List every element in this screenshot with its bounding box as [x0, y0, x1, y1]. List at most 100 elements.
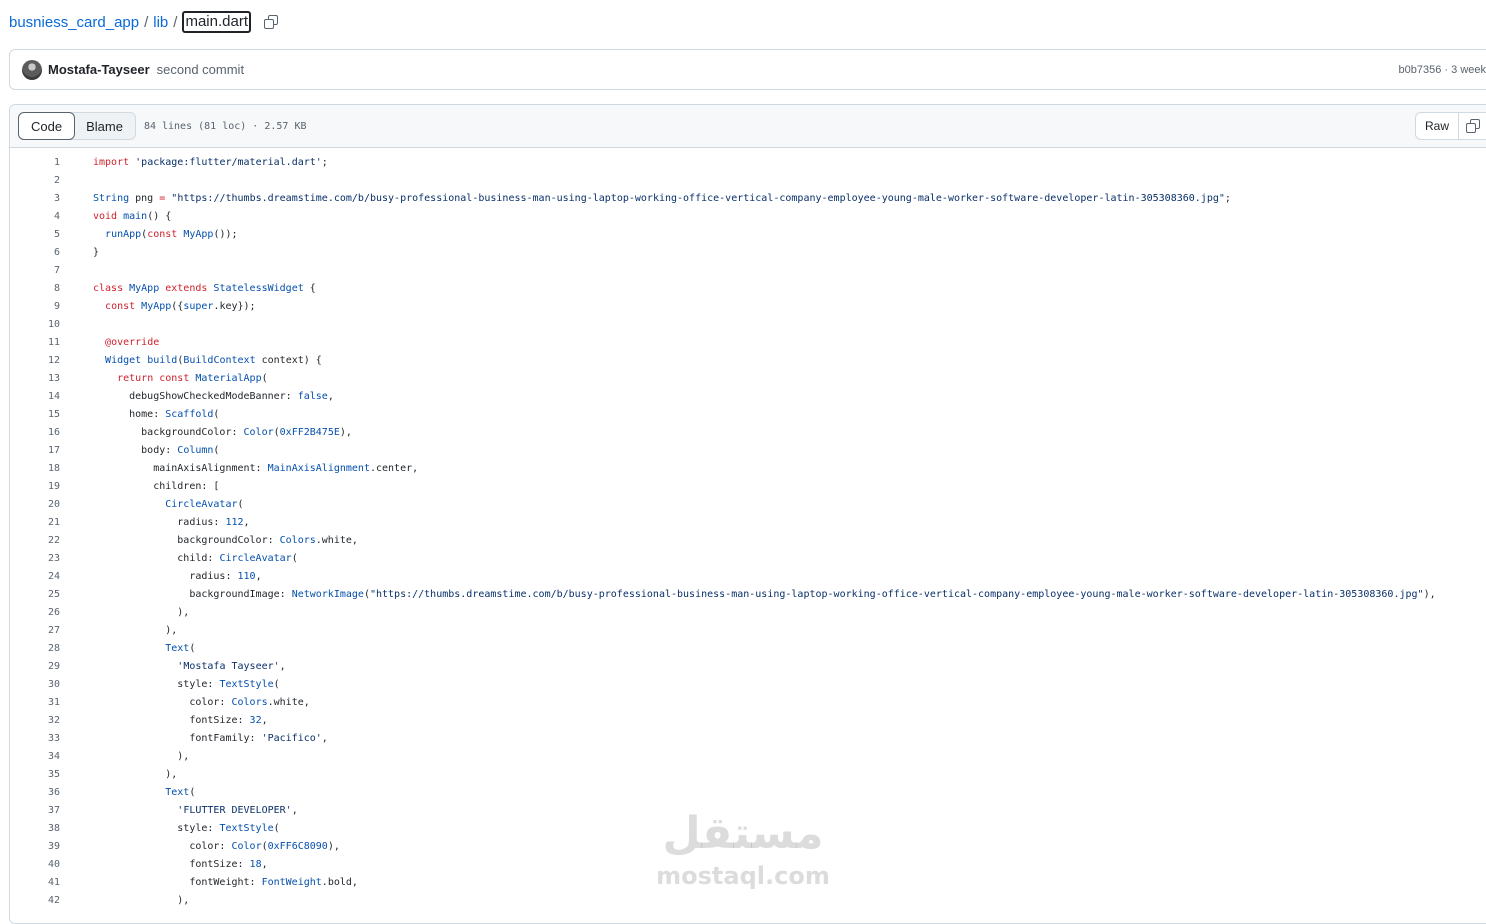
line-number[interactable]: 28 [10, 640, 60, 658]
code-token: fontFamily: [93, 733, 262, 744]
code-line: 26 ), [10, 604, 1486, 622]
line-number[interactable]: 3 [10, 190, 60, 208]
line-content: return const MaterialApp( [60, 370, 268, 388]
code-token: Text [165, 787, 190, 798]
line-number[interactable]: 17 [10, 442, 60, 460]
line-number[interactable]: 33 [10, 730, 60, 748]
code-token: Colors [279, 535, 316, 546]
line-number[interactable]: 20 [10, 496, 60, 514]
code-token: children: [ [93, 481, 220, 492]
line-number[interactable]: 37 [10, 802, 60, 820]
commit-hash-and-age[interactable]: b0b7356 · 3 week [1399, 64, 1486, 76]
line-number[interactable]: 22 [10, 532, 60, 550]
line-content: debugShowCheckedModeBanner: false, [60, 388, 334, 406]
line-number[interactable]: 4 [10, 208, 60, 226]
code-token: String [93, 193, 130, 204]
code-line: 31 color: Colors.white, [10, 694, 1486, 712]
line-number[interactable]: 14 [10, 388, 60, 406]
line-number[interactable]: 5 [10, 226, 60, 244]
line-number[interactable]: 35 [10, 766, 60, 784]
code-token: radius: [93, 517, 226, 528]
line-number[interactable]: 16 [10, 424, 60, 442]
line-number[interactable]: 41 [10, 874, 60, 892]
line-content: fontSize: 32, [60, 712, 267, 730]
line-number[interactable]: 13 [10, 370, 60, 388]
code-line: 41 fontWeight: FontWeight.bold, [10, 874, 1486, 892]
line-content: child: CircleAvatar( [60, 550, 297, 568]
code-token: ( [213, 445, 220, 456]
code-token: ( [273, 823, 280, 834]
line-content: fontFamily: 'Pacifico', [60, 730, 328, 748]
line-number[interactable]: 29 [10, 658, 60, 676]
commit-author[interactable]: Mostafa-Tayseer [48, 62, 150, 77]
line-number[interactable]: 2 [10, 172, 60, 190]
breadcrumb-folder-link[interactable]: lib [153, 14, 168, 31]
line-number[interactable]: 32 [10, 712, 60, 730]
line-number[interactable]: 11 [10, 334, 60, 352]
line-content: ), [60, 892, 189, 910]
tab-code[interactable]: Code [18, 112, 76, 140]
line-number[interactable]: 31 [10, 694, 60, 712]
line-number[interactable]: 19 [10, 478, 60, 496]
line-number[interactable]: 26 [10, 604, 60, 622]
line-number[interactable]: 18 [10, 460, 60, 478]
code-token: .white, [267, 697, 310, 708]
latest-commit-bar: Mostafa-Tayseer second commit b0b7356 · … [9, 49, 1486, 90]
line-number[interactable]: 38 [10, 820, 60, 838]
line-content: backgroundImage: NetworkImage("https://t… [60, 586, 1435, 604]
line-content: body: Column( [60, 442, 219, 460]
code-line: 35 ), [10, 766, 1486, 784]
breadcrumb-separator: / [144, 13, 149, 31]
line-content: CircleAvatar( [60, 496, 243, 514]
code-line: 23 child: CircleAvatar( [10, 550, 1486, 568]
line-number[interactable]: 6 [10, 244, 60, 262]
code-token: , [327, 391, 334, 402]
code-token: ( [213, 409, 220, 420]
code-token: mainAxisAlignment: [93, 463, 268, 474]
line-number[interactable]: 8 [10, 280, 60, 298]
commit-message[interactable]: second commit [157, 62, 244, 77]
line-content: String png = "https://thumbs.dreamstime.… [60, 190, 1231, 208]
copy-raw-icon[interactable] [1459, 113, 1486, 139]
code-token: MyApp [183, 229, 214, 240]
code-token: , [255, 571, 262, 582]
line-number[interactable]: 1 [10, 154, 60, 172]
code-token: MaterialApp [195, 373, 262, 384]
line-number[interactable]: 7 [10, 262, 60, 280]
line-content: class MyApp extends StatelessWidget { [60, 280, 316, 298]
line-number[interactable]: 21 [10, 514, 60, 532]
code-token: ( [189, 787, 196, 798]
line-number[interactable]: 9 [10, 298, 60, 316]
code-token: fontSize: [93, 715, 250, 726]
code-token: context) { [255, 355, 322, 366]
code-line: 22 backgroundColor: Colors.white, [10, 532, 1486, 550]
line-number[interactable]: 24 [10, 568, 60, 586]
raw-button[interactable]: Raw [1416, 113, 1459, 139]
line-number[interactable]: 27 [10, 622, 60, 640]
line-number[interactable]: 15 [10, 406, 60, 424]
line-number[interactable]: 42 [10, 892, 60, 910]
code-token: } [93, 247, 100, 258]
code-token: ; [1224, 193, 1231, 204]
code-line: 6} [10, 244, 1486, 262]
breadcrumb-repo-link[interactable]: busniess_card_app [9, 14, 139, 31]
line-number[interactable]: 25 [10, 586, 60, 604]
line-number[interactable]: 12 [10, 352, 60, 370]
code-view[interactable]: 1 import 'package:flutter/material.dart';… [10, 148, 1486, 910]
avatar[interactable] [22, 59, 42, 80]
line-number[interactable]: 36 [10, 784, 60, 802]
line-number[interactable]: 40 [10, 856, 60, 874]
line-number[interactable]: 34 [10, 748, 60, 766]
tab-blame[interactable]: Blame [74, 113, 135, 139]
line-number[interactable]: 39 [10, 838, 60, 856]
line-number[interactable]: 30 [10, 676, 60, 694]
code-token: 18 [249, 859, 262, 870]
line-number[interactable]: 23 [10, 550, 60, 568]
code-token: body: [93, 445, 178, 456]
line-number[interactable]: 10 [10, 316, 60, 334]
code-token: 112 [225, 517, 244, 528]
copy-icon[interactable] [263, 14, 279, 30]
